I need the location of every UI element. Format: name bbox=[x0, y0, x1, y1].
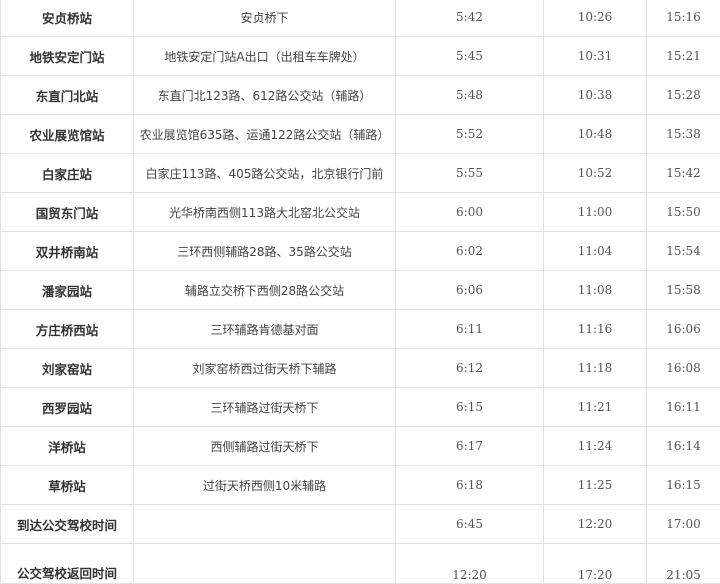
departure-time-3-cell: 16:06 bbox=[647, 310, 720, 349]
table-row: 草桥站过街天桥西侧10米辅路6:1811:2516:15 bbox=[1, 466, 720, 505]
stop-name-cell: 农业展览馆站 bbox=[1, 115, 134, 154]
departure-time-3-cell: 17:00 bbox=[647, 505, 720, 544]
pickup-location-cell: 辅路立交桥下西侧28路公交站 bbox=[134, 271, 396, 310]
departure-time-2-cell: 11:08 bbox=[544, 271, 647, 310]
departure-time-1-cell: 5:48 bbox=[396, 76, 544, 115]
pickup-location-cell: 三环西侧辅路28路、35路公交站 bbox=[134, 232, 396, 271]
stop-name-cell: 白家庄站 bbox=[1, 154, 134, 193]
departure-time-1-cell: 6:00 bbox=[396, 193, 544, 232]
stop-name-cell: 国贸东门站 bbox=[1, 193, 134, 232]
stop-name-cell: 安贞桥站 bbox=[1, 0, 134, 37]
departure-time-2-cell: 10:26 bbox=[544, 0, 647, 37]
table-row: 安贞桥站安贞桥下5:4210:2615:16 bbox=[1, 0, 720, 37]
stop-name-cell: 洋桥站 bbox=[1, 427, 134, 466]
departure-time-2-cell: 10:52 bbox=[544, 154, 647, 193]
stop-name-cell: 东直门北站 bbox=[1, 76, 134, 115]
departure-time-1-cell: 5:52 bbox=[396, 115, 544, 154]
departure-time-1-cell: 6:17 bbox=[396, 427, 544, 466]
departure-time-3-cell: 15:58 bbox=[647, 271, 720, 310]
stop-name-cell: 潘家园站 bbox=[1, 271, 134, 310]
pickup-location-cell: 安贞桥下 bbox=[134, 0, 396, 37]
departure-time-1-cell: 6:02 bbox=[396, 232, 544, 271]
stop-name-cell: 西罗园站 bbox=[1, 388, 134, 427]
departure-time-2-cell: 10:38 bbox=[544, 76, 647, 115]
table-row: 方庄桥西站三环辅路肯德基对面6:1111:1616:06 bbox=[1, 310, 720, 349]
table-row: 白家庄站白家庄113路、405路公交站，北京银行门前5:5510:5215:42 bbox=[1, 154, 720, 193]
departure-time-3-cell: 15:16 bbox=[647, 0, 720, 37]
table-row: 地铁安定门站地铁安定门站A出口（出租车车牌处）5:4510:3115:21 bbox=[1, 37, 720, 76]
departure-time-2-cell: 11:25 bbox=[544, 466, 647, 505]
departure-time-1-cell: 5:42 bbox=[396, 0, 544, 37]
pickup-location-cell: 西侧辅路过街天桥下 bbox=[134, 427, 396, 466]
departure-time-3-cell: 15:54 bbox=[647, 232, 720, 271]
stop-name-cell: 到达公交驾校时间 bbox=[1, 505, 134, 544]
departure-time-3-cell: 16:14 bbox=[647, 427, 720, 466]
table-row: 农业展览馆站农业展览馆635路、运通122路公交站（辅路）5:5210:4815… bbox=[1, 115, 720, 154]
departure-time-2-cell: 17:20 bbox=[544, 544, 647, 584]
departure-time-1-cell: 6:18 bbox=[396, 466, 544, 505]
departure-time-3-cell: 15:42 bbox=[647, 154, 720, 193]
stop-name-cell: 公交驾校返回时间 bbox=[1, 544, 134, 584]
pickup-location-cell: 白家庄113路、405路公交站，北京银行门前 bbox=[134, 154, 396, 193]
table-row: 西罗园站三环辅路过街天桥下6:1511:2116:11 bbox=[1, 388, 720, 427]
departure-time-1-cell: 5:55 bbox=[396, 154, 544, 193]
departure-time-2-cell: 11:00 bbox=[544, 193, 647, 232]
table-row: 洋桥站西侧辅路过街天桥下6:1711:2416:14 bbox=[1, 427, 720, 466]
pickup-location-cell: 刘家窑桥西过街天桥下辅路 bbox=[134, 349, 396, 388]
pickup-location-cell bbox=[134, 544, 396, 584]
shuttle-schedule-table: 安贞桥站安贞桥下5:4210:2615:16地铁安定门站地铁安定门站A出口（出租… bbox=[0, 0, 720, 584]
pickup-location-cell: 光华桥南西侧113路大北窑北公交站 bbox=[134, 193, 396, 232]
departure-time-3-cell: 15:28 bbox=[647, 76, 720, 115]
table-row: 刘家窑站刘家窑桥西过街天桥下辅路6:1211:1816:08 bbox=[1, 349, 720, 388]
departure-time-2-cell: 10:31 bbox=[544, 37, 647, 76]
table-row: 东直门北站东直门北123路、612路公交站（辅路）5:4810:3815:28 bbox=[1, 76, 720, 115]
pickup-location-cell: 三环辅路过街天桥下 bbox=[134, 388, 396, 427]
departure-time-3-cell: 21:05 bbox=[647, 544, 720, 584]
departure-time-1-cell: 6:15 bbox=[396, 388, 544, 427]
departure-time-3-cell: 16:15 bbox=[647, 466, 720, 505]
departure-time-2-cell: 11:24 bbox=[544, 427, 647, 466]
departure-time-1-cell: 6:06 bbox=[396, 271, 544, 310]
schedule-body: 安贞桥站安贞桥下5:4210:2615:16地铁安定门站地铁安定门站A出口（出租… bbox=[1, 0, 720, 584]
departure-time-2-cell: 11:16 bbox=[544, 310, 647, 349]
departure-time-3-cell: 15:21 bbox=[647, 37, 720, 76]
departure-time-2-cell: 12:20 bbox=[544, 505, 647, 544]
stop-name-cell: 方庄桥西站 bbox=[1, 310, 134, 349]
departure-time-2-cell: 11:18 bbox=[544, 349, 647, 388]
schedule-table-wrapper: 安贞桥站安贞桥下5:4210:2615:16地铁安定门站地铁安定门站A出口（出租… bbox=[0, 0, 720, 584]
pickup-location-cell: 地铁安定门站A出口（出租车车牌处） bbox=[134, 37, 396, 76]
table-row: 到达公交驾校时间 6:4512:2017:00 bbox=[1, 505, 720, 544]
stop-name-cell: 草桥站 bbox=[1, 466, 134, 505]
departure-time-1-cell: 6:11 bbox=[396, 310, 544, 349]
stop-name-cell: 双井桥南站 bbox=[1, 232, 134, 271]
departure-time-2-cell: 11:04 bbox=[544, 232, 647, 271]
pickup-location-cell: 东直门北123路、612路公交站（辅路） bbox=[134, 76, 396, 115]
table-row: 国贸东门站光华桥南西侧113路大北窑北公交站6:0011:0015:50 bbox=[1, 193, 720, 232]
departure-time-3-cell: 16:08 bbox=[647, 349, 720, 388]
departure-time-1-cell: 5:45 bbox=[396, 37, 544, 76]
stop-name-cell: 地铁安定门站 bbox=[1, 37, 134, 76]
departure-time-1-cell: 6:45 bbox=[396, 505, 544, 544]
table-row: 双井桥南站三环西侧辅路28路、35路公交站6:0211:0415:54 bbox=[1, 232, 720, 271]
departure-time-1-cell: 6:12 bbox=[396, 349, 544, 388]
departure-time-3-cell: 16:11 bbox=[647, 388, 720, 427]
departure-time-2-cell: 11:21 bbox=[544, 388, 647, 427]
stop-name-cell: 刘家窑站 bbox=[1, 349, 134, 388]
table-row: 公交驾校返回时间 12:2017:2021:05 bbox=[1, 544, 720, 584]
departure-time-2-cell: 10:48 bbox=[544, 115, 647, 154]
table-row: 潘家园站辅路立交桥下西侧28路公交站6:0611:0815:58 bbox=[1, 271, 720, 310]
departure-time-1-cell: 12:20 bbox=[396, 544, 544, 584]
departure-time-3-cell: 15:50 bbox=[647, 193, 720, 232]
pickup-location-cell: 农业展览馆635路、运通122路公交站（辅路） bbox=[134, 115, 396, 154]
departure-time-3-cell: 15:38 bbox=[647, 115, 720, 154]
pickup-location-cell: 过街天桥西侧10米辅路 bbox=[134, 466, 396, 505]
pickup-location-cell: 三环辅路肯德基对面 bbox=[134, 310, 396, 349]
pickup-location-cell bbox=[134, 505, 396, 544]
